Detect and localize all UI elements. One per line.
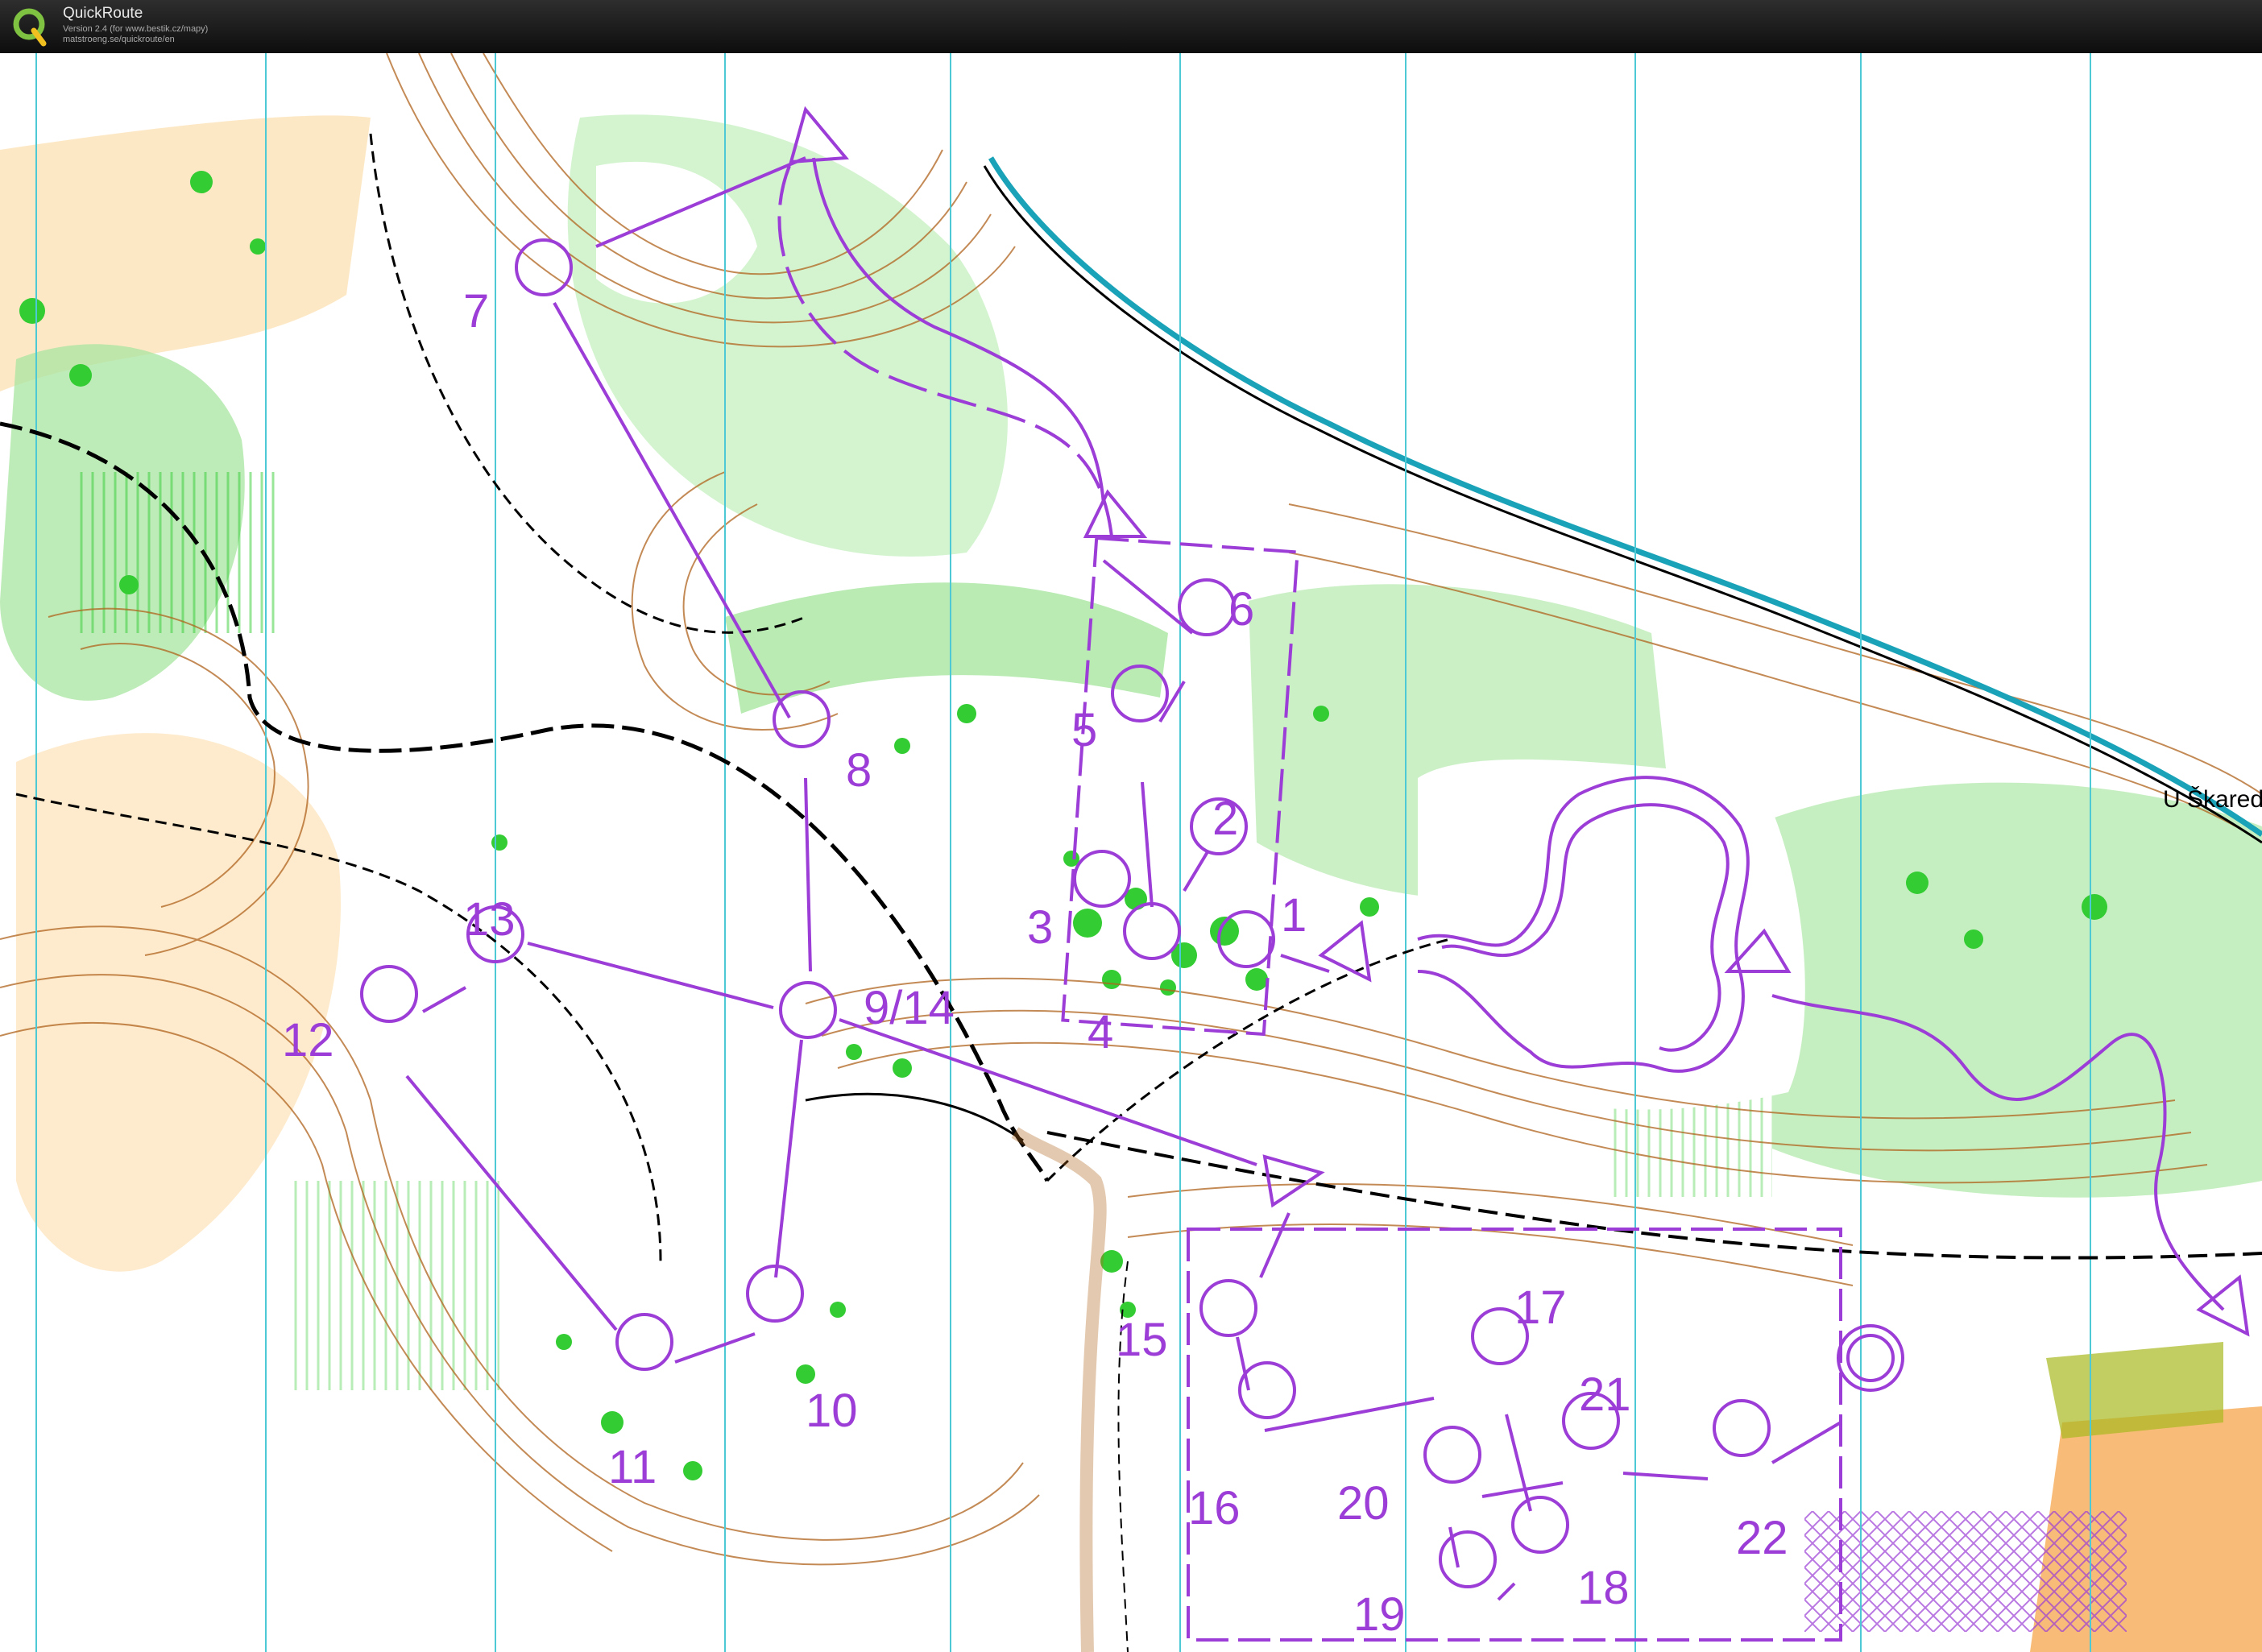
control-circle-12 [360,965,418,1023]
control-label-1: 1 [1281,889,1307,942]
control-circle-20 [1423,1426,1481,1484]
control-circle-9-14 [779,981,837,1039]
control-label-5: 5 [1071,704,1097,756]
terrain-layer [0,114,2262,1652]
control-circle-7 [515,238,573,296]
out-of-bounds-hatch [1804,1511,2127,1632]
control-label-21: 21 [1579,1368,1631,1421]
control-circle-11 [615,1313,673,1371]
olive-area-southeast [2046,1342,2223,1439]
control-circle-19 [1439,1530,1497,1588]
control-circle-18 [1511,1496,1569,1554]
finish-circle-inner [1846,1334,1895,1382]
control-label-6: 6 [1228,583,1254,636]
q-logo-icon [13,8,47,47]
app-version: Version 2.4 (for www.bestik.cz/mapy) [63,24,209,34]
control-label-8: 8 [846,744,872,797]
control-label-19: 19 [1353,1588,1406,1641]
control-label-4: 4 [1088,1006,1113,1058]
title-bar: QuickRoute Version 2.4 (for www.bestik.c… [0,0,2262,53]
green-forest-far-east [1772,782,2262,1198]
control-label-2: 2 [1212,793,1238,845]
control-circle-22 [1713,1399,1771,1457]
control-label-3: 3 [1027,901,1053,954]
control-label-18: 18 [1577,1562,1630,1614]
app-title: QuickRoute [63,5,143,22]
start-triangle-forest [1083,489,1148,538]
control-label-12: 12 [282,1014,334,1066]
control-label-13: 13 [463,893,516,946]
start-triangle-southeast [2196,1274,2250,1337]
control-circle-4 [1123,902,1181,960]
control-label-15: 15 [1116,1314,1168,1366]
control-circle-8 [773,690,831,748]
place-name-label: U Škared [2163,785,2262,813]
control-label-10: 10 [806,1385,858,1437]
control-label-22: 22 [1736,1512,1788,1564]
control-label-9-14: 9/14 [864,982,955,1034]
control-label-11: 11 [608,1441,657,1493]
control-label-20: 20 [1337,1477,1390,1530]
vegetation-stripes-south [290,1181,499,1390]
control-label-17: 17 [1514,1281,1567,1334]
control-label-16: 16 [1188,1482,1241,1534]
control-circle-3 [1073,850,1131,908]
control-circle-6 [1178,578,1236,636]
orienteering-map[interactable]: 1 2 3 4 5 6 7 8 9/14 10 11 12 13 15 16 1… [0,53,2262,1652]
control-label-7: 7 [463,285,489,337]
app-url: matstroeng.se/quickroute/en [63,35,175,44]
control-circle-15 [1199,1279,1257,1337]
